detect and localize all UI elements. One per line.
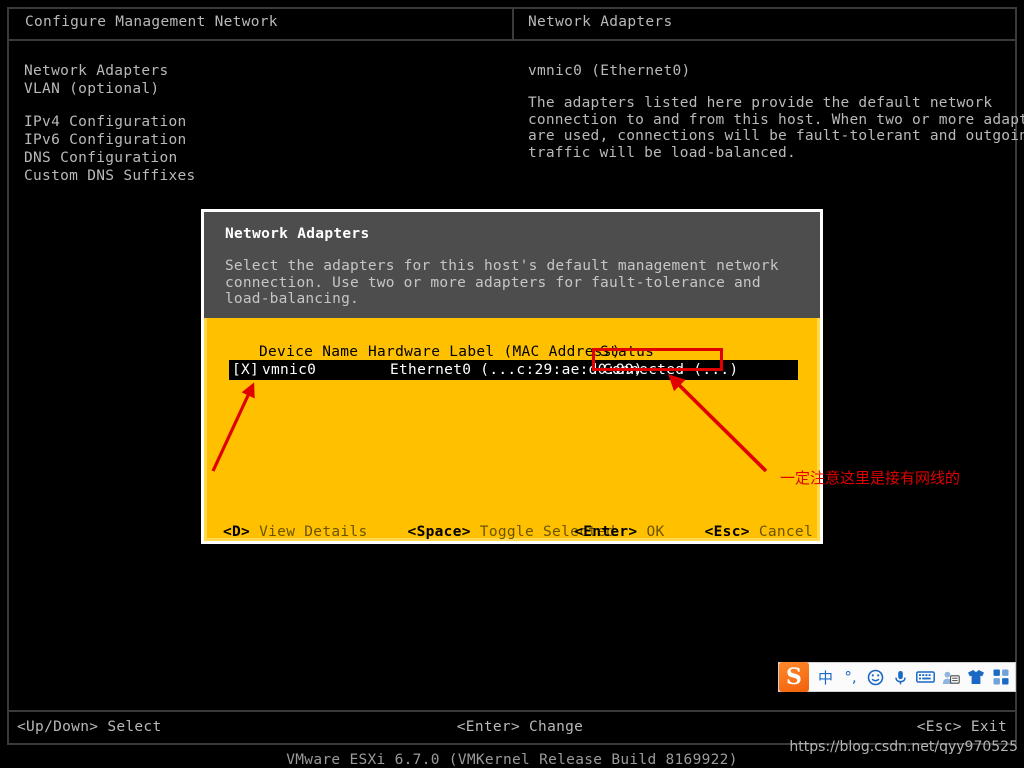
status-key-change[interactable]: <Enter> [457, 719, 520, 735]
dialog-title: Network Adapters [225, 226, 369, 242]
menu-item-dns-configuration[interactable]: DNS Configuration [24, 149, 464, 167]
toolbox-grid-icon[interactable] [988, 663, 1013, 691]
status-hint-exit: <Esc> Exit [917, 719, 1007, 735]
detail-description-line: are used, connections will be fault-tole… [528, 128, 1008, 145]
skin-shirt-icon[interactable] [963, 663, 988, 691]
adapter-device-name: vmnic0 [262, 360, 390, 380]
page-title-right: Network Adapters [528, 14, 672, 30]
column-header-status: Status [600, 344, 654, 360]
hint-label-cancel: Cancel [759, 524, 813, 540]
network-adapters-dialog: Network Adapters Select the adapters for… [201, 209, 823, 544]
user-card-icon[interactable] [938, 663, 963, 691]
voice-input-icon[interactable] [888, 663, 913, 691]
hint-label-ok: OK [647, 524, 665, 540]
dialog-key-hints-right: <Enter> OK <Esc> Cancel [574, 524, 813, 540]
dialog-description: Select the adapters for this host's defa… [225, 258, 779, 308]
table-row[interactable]: [X]vmnic0Ethernet0 (...c:29:ae:d0:89)Con… [229, 360, 798, 380]
dialog-description-line: Select the adapters for this host's defa… [225, 258, 779, 275]
menu-item-ipv6-configuration[interactable]: IPv6 Configuration [24, 131, 464, 149]
adapter-table-header: Device NameHardware Label (MAC Address)S… [259, 344, 654, 360]
page-title-left: Configure Management Network [25, 14, 278, 30]
status-hint-select: <Up/Down> Select [17, 719, 162, 735]
column-header-hardware-label: Hardware Label (MAC Address) [368, 344, 600, 360]
sogou-logo-icon[interactable]: S [779, 662, 809, 692]
status-label-change: Change [529, 719, 583, 735]
punctuation-mode-icon[interactable]: °, [838, 663, 863, 691]
dialog-header: Network Adapters Select the adapters for… [204, 212, 820, 318]
detail-description-line: connection to and from this host. When t… [528, 112, 1008, 129]
adapter-status: Connected (...) [603, 360, 738, 380]
hint-label-view-details: View Details [259, 524, 367, 540]
status-hint-change: <Enter> Change [457, 719, 583, 735]
dialog-description-line: connection. Use two or more adapters for… [225, 275, 779, 292]
hint-key-toggle-selected[interactable]: <Space> [408, 524, 471, 540]
title-horizontal-divider [9, 39, 1015, 41]
adapter-hardware-label: Ethernet0 (...c:29:ae:d0:89) [390, 360, 603, 380]
menu-item-custom-dns-suffixes[interactable]: Custom DNS Suffixes [24, 167, 464, 185]
menu-item-ipv4-configuration[interactable]: IPv4 Configuration [24, 113, 464, 131]
detail-adapter-name: vmnic0 (Ethernet0) [528, 62, 1008, 80]
adapter-checkbox[interactable]: [X] [229, 360, 262, 380]
status-label-select: Select [107, 719, 161, 735]
detail-description-line: The adapters listed here provide the def… [528, 95, 1008, 112]
dialog-key-hints-left: <D> View Details <Space> Toggle Selected [223, 524, 615, 540]
title-vertical-divider [512, 9, 514, 39]
annotation-note-text: 一定注意这里是接有网线的 [780, 467, 960, 488]
hint-key-ok[interactable]: <Enter> [574, 524, 637, 540]
hint-key-view-details[interactable]: <D> [223, 524, 250, 540]
menu-item-network-adapters[interactable]: Network Adapters [24, 62, 464, 80]
soft-keyboard-icon[interactable] [913, 663, 938, 691]
watermark-url: https://blog.csdn.net/qyy970525 [789, 739, 1018, 755]
detail-panel: vmnic0 (Ethernet0) The adapters listed h… [528, 62, 1008, 161]
menu-gap [24, 98, 464, 113]
status-key-exit[interactable]: <Esc> [917, 719, 962, 735]
sogou-ime-toolbar[interactable]: S 中 °, [778, 662, 1016, 692]
emoji-icon[interactable] [863, 663, 888, 691]
menu-item-vlan[interactable]: VLAN (optional) [24, 80, 464, 98]
chinese-mode-icon[interactable]: 中 [813, 663, 838, 691]
column-header-device-name: Device Name [259, 344, 368, 360]
hint-key-cancel[interactable]: <Esc> [705, 524, 750, 540]
detail-description: The adapters listed here provide the def… [528, 95, 1008, 161]
status-label-exit: Exit [971, 719, 1007, 735]
detail-description-line: traffic will be load-balanced. [528, 145, 1008, 162]
dialog-body: Device NameHardware Label (MAC Address)S… [204, 318, 820, 541]
dialog-description-line: load-balancing. [225, 291, 779, 308]
status-key-select[interactable]: <Up/Down> [17, 719, 98, 735]
configure-menu: Network Adapters VLAN (optional) IPv4 Co… [24, 62, 464, 185]
